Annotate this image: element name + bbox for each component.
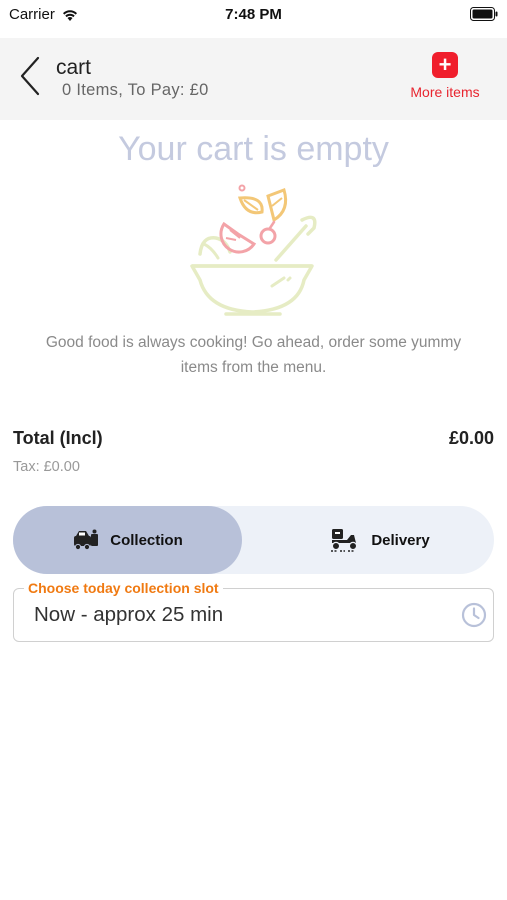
salad-bowl-icon — [190, 184, 317, 316]
collection-slot-field[interactable]: Choose today collection slot Now - appro… — [13, 580, 494, 642]
collection-icon — [74, 529, 99, 551]
slot-field-value: Now - approx 25 min — [34, 603, 224, 626]
back-button[interactable] — [16, 54, 48, 98]
empty-cart-title: Your cart is empty — [118, 130, 389, 168]
back-chevron-icon — [20, 56, 40, 96]
delivery-scooter-icon — [331, 529, 358, 552]
status-bar: Carrier 7:48 PM — [0, 0, 507, 30]
total-label: Total (Incl) — [13, 428, 103, 448]
delivery-option[interactable]: Delivery — [265, 506, 494, 574]
cart-header: cart 0 Items, To Pay: £0 + More items — [0, 38, 507, 120]
clock-icon — [461, 602, 487, 628]
tax-label: Tax: £0.00 — [13, 459, 80, 475]
more-items-label: More items — [410, 84, 480, 100]
delivery-label: Delivery — [371, 531, 430, 549]
slot-field-label: Choose today collection slot — [24, 580, 223, 596]
order-type-toggle: Collection Delivery — [13, 506, 494, 574]
page-title: cart — [56, 56, 92, 79]
collection-label: Collection — [110, 531, 183, 549]
cart-summary: 0 Items, To Pay: £0 — [62, 81, 209, 99]
collection-option[interactable]: Collection — [13, 506, 242, 574]
more-items-button[interactable]: + More items — [395, 52, 495, 100]
status-time: 7:48 PM — [225, 6, 282, 23]
empty-cart-message: Good food is always cooking! Go ahead, o… — [45, 334, 462, 376]
plus-icon: + — [432, 52, 458, 78]
total-value: £0.00 — [448, 428, 494, 448]
battery-icon — [470, 7, 498, 21]
